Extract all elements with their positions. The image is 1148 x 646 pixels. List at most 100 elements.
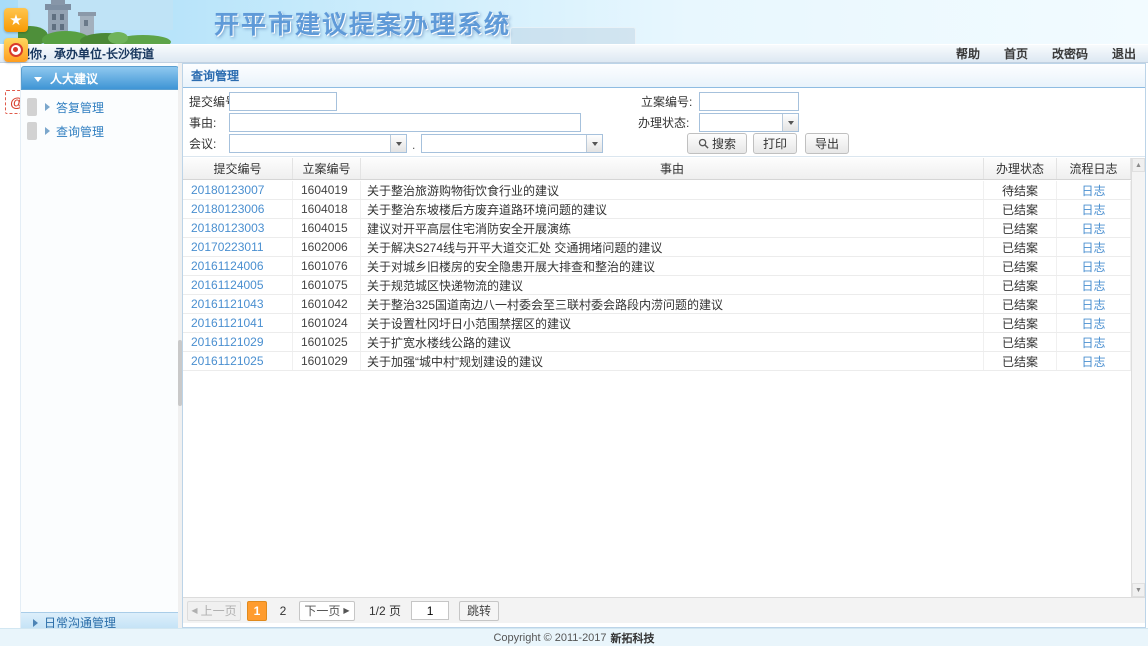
- sidebar-item-label: 答复管理: [56, 99, 104, 116]
- submit-no-link[interactable]: 20161124005: [191, 278, 264, 292]
- sidebar-item-reply-management[interactable]: 答复管理: [21, 96, 178, 118]
- page-number-1[interactable]: 1: [247, 601, 267, 621]
- chevron-down-icon[interactable]: [782, 114, 798, 131]
- log-link[interactable]: 日志: [1081, 277, 1105, 294]
- help-link[interactable]: 帮助: [956, 45, 980, 62]
- status-cell: 已结案: [984, 257, 1057, 275]
- table-scrollbar[interactable]: ▲ ▼: [1131, 158, 1145, 597]
- menu-pill-decoration: [27, 122, 37, 140]
- log-link[interactable]: 日志: [1081, 296, 1105, 313]
- prev-page-button[interactable]: ◀ 上一页: [187, 601, 241, 621]
- logout-link[interactable]: 退出: [1112, 45, 1136, 62]
- page-jump-input[interactable]: [411, 601, 449, 620]
- col-process-log[interactable]: 流程日志: [1057, 158, 1131, 179]
- meeting-start-select[interactable]: [229, 134, 407, 153]
- log-link[interactable]: 日志: [1081, 334, 1105, 351]
- scroll-down-icon[interactable]: ▼: [1132, 583, 1145, 597]
- favorite-star-icon[interactable]: ★: [4, 8, 28, 32]
- sidebar-bottom-label: 日常沟通管理: [44, 614, 116, 628]
- submit-no-input[interactable]: [229, 92, 337, 111]
- submit-no-link[interactable]: 20180123007: [191, 183, 264, 197]
- export-button[interactable]: 导出: [805, 133, 849, 154]
- subject-cell: 关于整治东坡楼后方废弃道路环境问题的建议: [361, 200, 984, 218]
- table-row[interactable]: 201611210251601029关于加强“城中村”规划建设的建议已结案日志: [183, 352, 1131, 371]
- case-no-cell: 1604019: [293, 181, 361, 199]
- search-button[interactable]: 搜索: [687, 133, 747, 154]
- top-bar: 欢迎你，承办单位-长沙街道 帮助 首页 改密码 退出: [0, 44, 1148, 63]
- table-body: 201801230071604019关于整治旅游购物街饮食行业的建议待结案日志2…: [183, 181, 1131, 371]
- search-icon: [698, 138, 709, 149]
- status-label: 办理状态:: [638, 113, 689, 133]
- main-panel: 查询管理 提交编号: 立案编号: 事由: 办理状态: 会议: . 搜索 打印 导…: [182, 63, 1146, 628]
- status-select[interactable]: [699, 113, 799, 132]
- next-page-button[interactable]: 下一页 ▶: [299, 601, 355, 621]
- submit-no-link[interactable]: 20180123006: [191, 202, 264, 216]
- subject-input[interactable]: [229, 113, 581, 132]
- table-row[interactable]: 201611210291601025关于扩宽水楼线公路的建议已结案日志: [183, 333, 1131, 352]
- col-subject[interactable]: 事由: [361, 158, 984, 179]
- export-button-label: 导出: [815, 135, 839, 152]
- submit-no-link[interactable]: 20161121041: [191, 316, 264, 330]
- table-row[interactable]: 20161124005 1601075关于规范城区快递物流的建议已结案 日志: [183, 276, 1131, 295]
- sidebar-item-query-management[interactable]: 查询管理: [21, 120, 178, 142]
- log-link[interactable]: 日志: [1081, 182, 1105, 199]
- table-row[interactable]: 201611210411601024关于设置杜冈圩日小范围禁摆区的建议已结案日志: [183, 314, 1131, 333]
- pagination-bar: ◀ 上一页 1 2 下一页 ▶ 1/2 页 跳转: [183, 597, 1145, 623]
- submit-no-link[interactable]: 20170223011: [191, 240, 264, 254]
- col-case-no[interactable]: 立案编号: [293, 158, 361, 179]
- print-button[interactable]: 打印: [753, 133, 797, 154]
- log-link[interactable]: 日志: [1081, 258, 1105, 275]
- case-no-cell: 1601024: [293, 314, 361, 332]
- status-cell: 已结案: [984, 314, 1057, 332]
- jump-button[interactable]: 跳转: [459, 601, 499, 621]
- subject-cell: 建议对开平高层住宅消防安全开展演练: [361, 219, 984, 237]
- log-link[interactable]: 日志: [1081, 201, 1105, 218]
- status-cell: 待结案: [984, 181, 1057, 199]
- sidebar-section-daily-communication[interactable]: 日常沟通管理: [21, 612, 178, 628]
- meeting-end-select[interactable]: [421, 134, 603, 153]
- page-number-2[interactable]: 2: [273, 601, 293, 621]
- subject-cell: 关于加强“城中村”规划建设的建议: [361, 352, 984, 370]
- sidebar-section-renda[interactable]: 人大建议: [21, 66, 178, 90]
- submit-no-link[interactable]: 20161121025: [191, 354, 264, 368]
- app-title: 开平市建议提案办理系统: [214, 5, 511, 41]
- scroll-up-icon[interactable]: ▲: [1132, 158, 1145, 172]
- search-button-label: 搜索: [712, 135, 736, 152]
- table-row[interactable]: 201611210431601042关于整治325国道南边八一村委会至三联村委会…: [183, 295, 1131, 314]
- submit-no-link[interactable]: 20161124006: [191, 259, 264, 273]
- subject-label: 事由:: [189, 113, 216, 133]
- table-row[interactable]: 201702230111602006关于解决S274线与开平大道交汇处 交通拥堵…: [183, 238, 1131, 257]
- submit-no-link[interactable]: 20180123003: [191, 221, 264, 235]
- case-no-cell: 1604018: [293, 200, 361, 218]
- status-cell: 已结案: [984, 276, 1057, 294]
- castle-photo: [18, 0, 173, 44]
- meeting-separator: .: [412, 138, 415, 152]
- col-submit-no[interactable]: 提交编号: [183, 158, 293, 179]
- log-link[interactable]: 日志: [1081, 239, 1105, 256]
- submit-no-link[interactable]: 20161121029: [191, 335, 264, 349]
- chevron-down-icon[interactable]: [586, 135, 602, 152]
- home-link[interactable]: 首页: [1004, 45, 1028, 62]
- weibo-icon[interactable]: [4, 38, 28, 62]
- submit-no-link[interactable]: 20161121043: [191, 297, 264, 311]
- log-link[interactable]: 日志: [1081, 315, 1105, 332]
- table-row[interactable]: 201801230071604019关于整治旅游购物街饮食行业的建议待结案日志: [183, 181, 1131, 200]
- table-row[interactable]: 201611240061601076关于对城乡旧楼房的安全隐患开展大排查和整治的…: [183, 257, 1131, 276]
- status-cell: 已结案: [984, 295, 1057, 313]
- chevron-down-icon[interactable]: [390, 135, 406, 152]
- case-no-cell: 1601025: [293, 333, 361, 351]
- table-row[interactable]: 201801230031604015建议对开平高层住宅消防安全开展演练已结案日志: [183, 219, 1131, 238]
- status-cell: 已结案: [984, 238, 1057, 256]
- case-no-cell: 1601075: [293, 276, 361, 294]
- subject-cell: 关于规范城区快递物流的建议: [361, 276, 984, 294]
- status-cell: 已结案: [984, 219, 1057, 237]
- col-status[interactable]: 办理状态: [984, 158, 1057, 179]
- log-link[interactable]: 日志: [1081, 220, 1105, 237]
- change-password-link[interactable]: 改密码: [1052, 45, 1088, 62]
- table-header: 提交编号 立案编号 事由 办理状态 流程日志: [183, 158, 1131, 180]
- log-link[interactable]: 日志: [1081, 353, 1105, 370]
- table-row[interactable]: 201801230061604018关于整治东坡楼后方废弃道路环境问题的建议已结…: [183, 200, 1131, 219]
- case-no-input[interactable]: [699, 92, 799, 111]
- case-no-cell: 1601042: [293, 295, 361, 313]
- status-cell: 已结案: [984, 352, 1057, 370]
